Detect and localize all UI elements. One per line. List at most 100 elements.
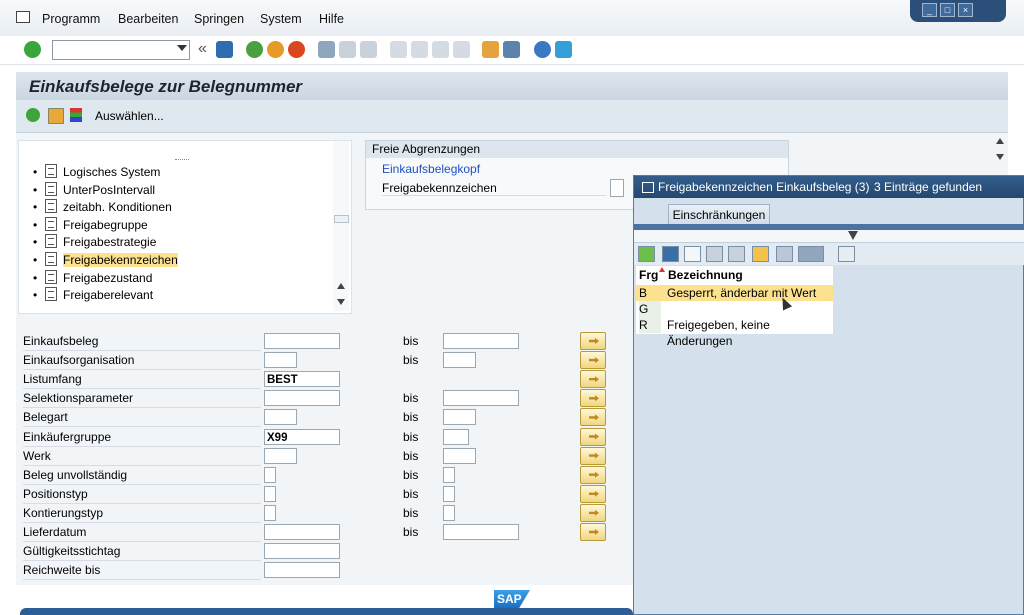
field-input-to[interactable]	[443, 333, 519, 349]
column-header-frg[interactable]: Frg	[639, 266, 658, 284]
save-icon[interactable]	[216, 41, 233, 58]
previous-page-icon[interactable]	[411, 41, 428, 58]
minimize-icon[interactable]: _	[922, 3, 937, 17]
field-input-to[interactable]	[443, 485, 455, 502]
field-input-to[interactable]	[443, 428, 469, 445]
field-input-to[interactable]	[443, 352, 476, 369]
multiple-selection-button[interactable]	[580, 332, 606, 350]
customize-layout-icon[interactable]	[555, 41, 572, 58]
tree-item[interactable]: • Logisches System	[33, 164, 160, 181]
multiple-selection-button[interactable]	[580, 484, 606, 503]
scrollbar-thumb[interactable]	[334, 215, 349, 223]
table-row[interactable]: G	[636, 301, 833, 317]
funnel-icon[interactable]	[848, 231, 858, 240]
table-row[interactable]: B Gesperrt, änderbar mit Wert	[636, 285, 833, 301]
field-input-to[interactable]	[443, 409, 476, 426]
scroll-up-icon[interactable]	[337, 283, 345, 289]
command-field[interactable]	[52, 40, 190, 60]
cancel-x-icon[interactable]	[662, 246, 679, 262]
favorite-icon[interactable]	[752, 246, 769, 262]
column-header-bezeichnung[interactable]: Bezeichnung	[668, 266, 743, 284]
menu-icon[interactable]	[16, 11, 30, 23]
field-input[interactable]	[264, 562, 340, 579]
field-input[interactable]	[264, 333, 340, 349]
field-input[interactable]	[264, 409, 297, 426]
execute-icon[interactable]	[26, 108, 40, 122]
collapse-icon[interactable]: «	[198, 40, 207, 58]
field-input[interactable]: BEST	[264, 371, 340, 388]
standard-toolbar: «	[0, 36, 1024, 65]
info-icon[interactable]	[776, 246, 793, 262]
table-row[interactable]: R Freigegeben, keine Änderungen	[636, 317, 833, 348]
cancel-icon[interactable]	[288, 41, 305, 58]
multiple-selection-button[interactable]	[580, 503, 606, 522]
tree-scrollbar[interactable]	[333, 141, 349, 311]
menu-programm[interactable]: Programm	[42, 12, 100, 26]
scroll-down-icon[interactable]	[996, 154, 1004, 160]
find-icon[interactable]	[339, 41, 356, 58]
get-variant-icon[interactable]	[48, 108, 64, 124]
chevron-down-icon[interactable]	[177, 45, 187, 51]
find-icon[interactable]	[706, 246, 723, 262]
field-input[interactable]	[264, 543, 340, 560]
field-input[interactable]	[264, 504, 276, 521]
multiple-selection-button[interactable]	[580, 370, 606, 389]
exit-icon[interactable]	[267, 41, 284, 58]
field-input-to[interactable]	[443, 524, 519, 540]
field-input[interactable]	[264, 485, 276, 502]
tree-item[interactable]: • Freigaberelevant	[33, 287, 153, 304]
multiple-selection-button[interactable]	[580, 427, 606, 446]
multiple-selection-button[interactable]	[580, 351, 606, 370]
menu-bearbeiten[interactable]: Bearbeiten	[118, 12, 178, 26]
field-input[interactable]: X99	[264, 428, 340, 445]
accept-check-icon[interactable]	[638, 246, 655, 262]
menu-system[interactable]: System	[260, 12, 302, 26]
enter-check-icon[interactable]	[24, 41, 41, 58]
find-next-icon[interactable]	[728, 246, 745, 262]
auswaehlen-button[interactable]: Auswählen...	[95, 109, 164, 123]
multiple-selection-button[interactable]	[580, 523, 606, 541]
last-page-icon[interactable]	[453, 41, 470, 58]
menu-springen[interactable]: Springen	[194, 12, 244, 26]
find-next-icon[interactable]	[360, 41, 377, 58]
multiple-selection-button[interactable]	[580, 389, 606, 408]
menu-hilfe[interactable]: Hilfe	[319, 12, 344, 26]
tree-item[interactable]: • Freigabezustand	[33, 269, 152, 287]
close-icon[interactable]: ×	[958, 3, 973, 17]
tree-resize-handle[interactable]	[175, 159, 189, 162]
tree-item[interactable]: • Freigabegruppe	[33, 216, 148, 234]
multiple-selection-button[interactable]	[580, 465, 606, 484]
field-input[interactable]	[264, 466, 276, 483]
print-icon[interactable]	[318, 41, 335, 58]
scroll-down-icon[interactable]	[337, 299, 345, 305]
tab-einschraenkungen[interactable]: Einschränkungen	[668, 204, 770, 225]
back-icon[interactable]	[246, 41, 263, 58]
free-selections-link[interactable]: Einkaufsbelegkopf	[382, 162, 480, 176]
field-input-to[interactable]	[443, 447, 476, 464]
shortcut-icon[interactable]	[503, 41, 520, 58]
multiple-selection-button[interactable]	[580, 446, 606, 465]
tree-item[interactable]: • zeitabh. Konditionen	[33, 199, 172, 216]
print-icon[interactable]	[798, 246, 824, 262]
selection-options-icon[interactable]	[70, 108, 82, 122]
field-input-to[interactable]	[443, 466, 455, 483]
tree-item[interactable]: • UnterPosIntervall	[33, 181, 155, 199]
new-session-icon[interactable]	[482, 41, 499, 58]
free-field-input[interactable]	[610, 179, 624, 197]
next-page-icon[interactable]	[432, 41, 449, 58]
new-doc-icon[interactable]	[684, 246, 701, 262]
help-icon[interactable]	[534, 41, 551, 58]
field-input-to[interactable]	[443, 504, 455, 521]
field-input-to[interactable]	[443, 390, 519, 407]
field-input[interactable]	[264, 447, 297, 464]
field-input[interactable]	[264, 524, 340, 540]
maximize-icon[interactable]: □	[940, 3, 955, 17]
multiple-selection-button[interactable]	[580, 408, 606, 427]
field-input[interactable]	[264, 352, 297, 369]
tree-item[interactable]: • Freigabestrategie	[33, 234, 156, 251]
first-page-icon[interactable]	[390, 41, 407, 58]
hourglass-icon[interactable]	[838, 246, 855, 262]
tree-item[interactable]: • Freigabekennzeichen	[33, 252, 178, 269]
field-input[interactable]	[264, 390, 340, 407]
scroll-up-icon[interactable]	[996, 138, 1004, 144]
